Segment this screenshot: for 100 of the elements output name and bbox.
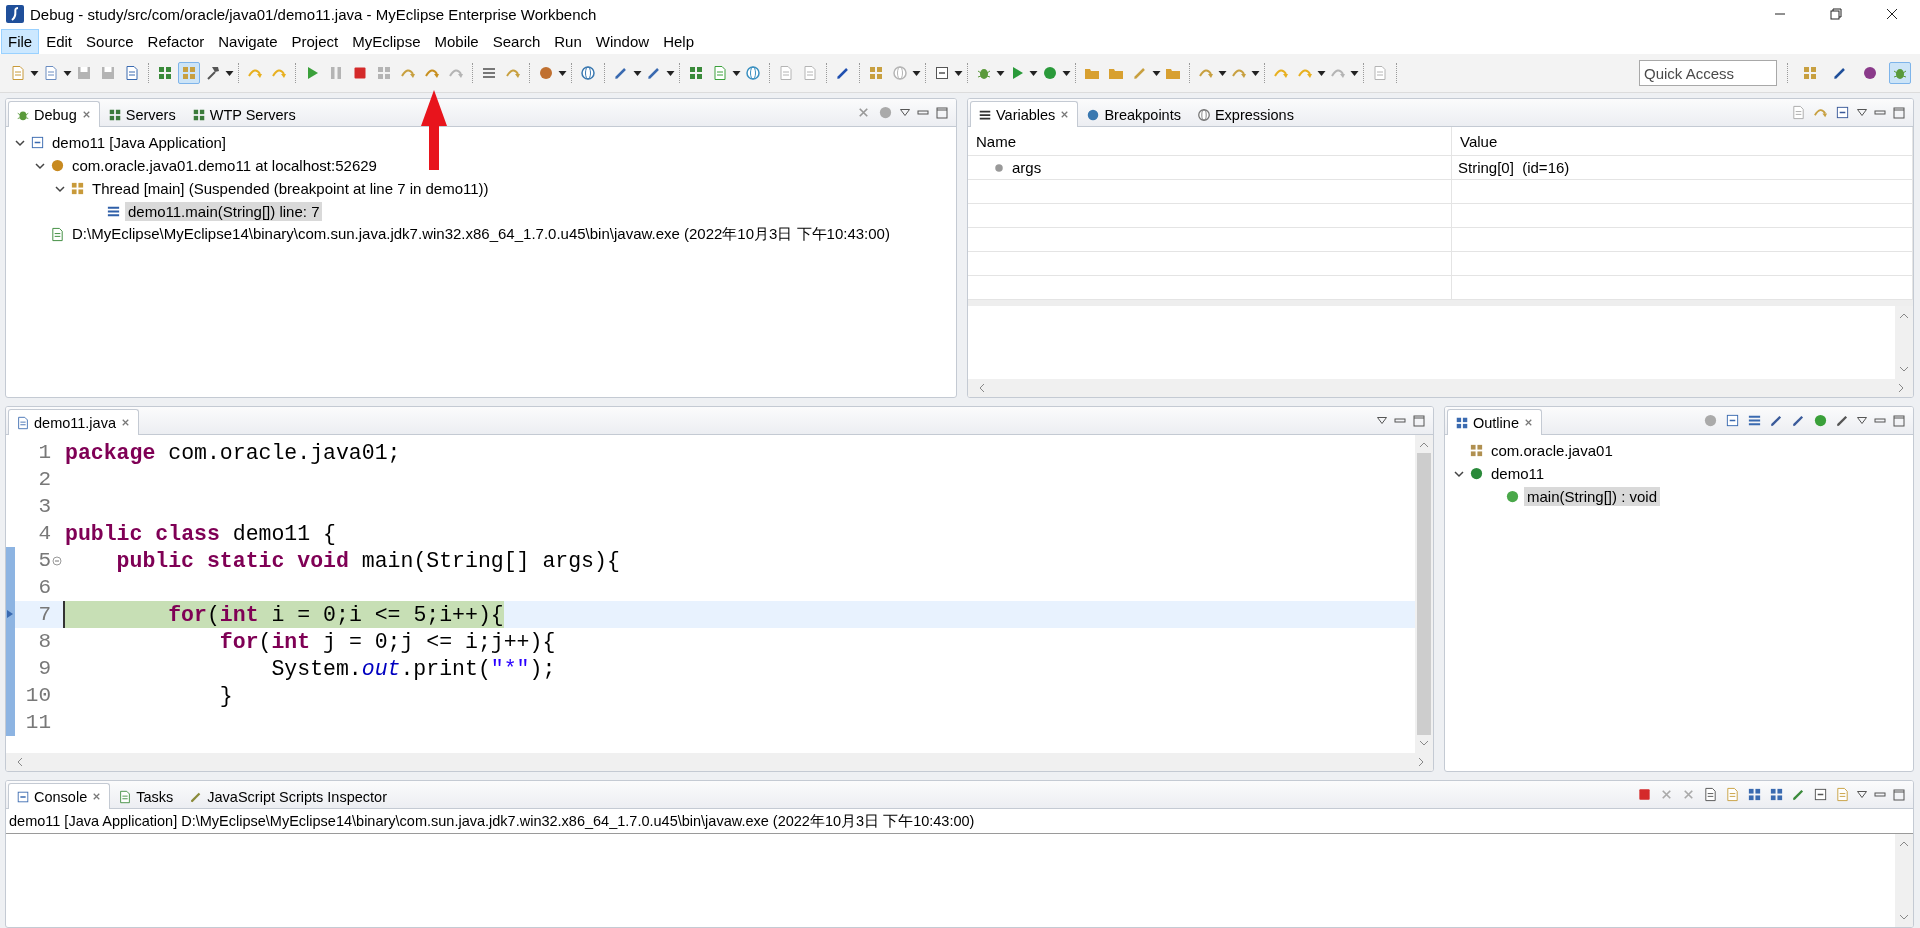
- column-header[interactable]: Name: [968, 127, 1452, 155]
- maximize-icon[interactable]: [1413, 414, 1425, 427]
- close-icon[interactable]: [1659, 787, 1674, 802]
- list-icon: [106, 204, 121, 219]
- tree-item[interactable]: D:\MyEclipse\MyEclipse14\binary\com.sun.java.jdk7.win32.x86_64_1.7.0.u45\bin\javaw.exe (2022年10月3日 下午10:43:00): [69, 224, 893, 245]
- maximize-icon[interactable]: [936, 106, 948, 119]
- variable-name: args: [1012, 159, 1042, 176]
- code-line: public class demo11 {: [64, 520, 336, 547]
- view-tab[interactable]: Expressions: [1188, 101, 1302, 127]
- pen-icon[interactable]: [1835, 413, 1850, 428]
- view-menu-icon[interactable]: [1857, 789, 1867, 800]
- menu-item[interactable]: Refactor: [140, 28, 212, 54]
- tree-item[interactable]: demo11.main(String[]) line: 7: [125, 202, 323, 221]
- fold-icon[interactable]: [52, 555, 62, 566]
- scroll-right-icon[interactable]: [1897, 383, 1905, 393]
- line-number: 5: [37, 549, 51, 572]
- line-number: 2: [37, 468, 51, 491]
- view-tab[interactable]: JavaScript Scripts Inspector: [181, 783, 395, 809]
- view-tab[interactable]: Console: [8, 783, 111, 809]
- tree-item[interactable]: com.oracle.java01: [1488, 441, 1616, 460]
- column-header[interactable]: Value: [1452, 127, 1913, 155]
- grid-icon[interactable]: [1769, 787, 1784, 802]
- square-icon[interactable]: [1813, 787, 1828, 802]
- tree-item[interactable]: demo11: [1488, 464, 1548, 483]
- view-tab[interactable]: demo11.java: [8, 409, 139, 435]
- scroll-up-icon[interactable]: [1899, 840, 1909, 848]
- menu-item[interactable]: Search: [485, 28, 548, 54]
- view-tab[interactable]: Breakpoints: [1078, 101, 1189, 127]
- grid-icon[interactable]: [1747, 787, 1762, 802]
- document-icon[interactable]: [1703, 787, 1718, 802]
- console-header: demo11 [Java Application] D:\MyEclipse\MyEclipse14\binary\com.sun.java.jdk7.win32.x86_64_1.7.0.u45\bin\javaw.exe (2022年10月3日 下午10:43:00): [9, 811, 975, 831]
- document-icon[interactable]: [1835, 787, 1850, 802]
- square-icon: [16, 789, 30, 804]
- vertical-scrollbar[interactable]: [1415, 435, 1433, 753]
- maximize-icon[interactable]: [1893, 414, 1905, 427]
- quick-access-field[interactable]: Quick Access: [1639, 60, 1777, 86]
- circle-icon[interactable]: [1813, 413, 1828, 428]
- instruction-pointer-icon: [6, 608, 15, 620]
- circle-icon[interactable]: [878, 105, 893, 120]
- tree-item[interactable]: com.oracle.java01.demo11 at localhost:52629: [69, 156, 380, 175]
- menu-item[interactable]: Source: [79, 28, 141, 54]
- scroll-right-icon[interactable]: [1417, 757, 1425, 767]
- close-icon[interactable]: [1681, 787, 1696, 802]
- scroll-up-icon[interactable]: [1899, 312, 1909, 320]
- circle-icon: [1086, 107, 1101, 122]
- grid-icon: [1469, 443, 1484, 458]
- grid-icon: [1802, 65, 1818, 81]
- tree-item[interactable]: main(String[]) : void: [1524, 487, 1661, 506]
- menu-item[interactable]: Run: [547, 28, 589, 54]
- grid-icon: [191, 107, 206, 122]
- menu-item[interactable]: Edit: [39, 28, 80, 54]
- window-title: Debug - study/src/com/oracle/java01/demo11.java - MyEclipse Enterprise Workbench: [30, 5, 597, 23]
- square-icon[interactable]: [1725, 413, 1740, 428]
- view-tab[interactable]: Outline: [1447, 409, 1542, 435]
- square-icon[interactable]: [1835, 105, 1850, 120]
- view-tab[interactable]: Tasks: [110, 783, 182, 809]
- document-icon[interactable]: [1725, 787, 1740, 802]
- grid-icon: [107, 107, 122, 122]
- line-number: 9: [37, 657, 51, 680]
- menu-item[interactable]: Mobile: [427, 28, 486, 54]
- view-tab[interactable]: Debug: [8, 101, 100, 127]
- menu-item[interactable]: Project: [284, 28, 346, 54]
- menu-item[interactable]: Help: [656, 28, 701, 54]
- scroll-left-icon[interactable]: [16, 757, 24, 767]
- menu-item[interactable]: MyEclipse: [345, 28, 428, 54]
- tree-item[interactable]: demo11 [Java Application]: [49, 133, 229, 152]
- horizontal-scrollbar[interactable]: [968, 379, 1913, 397]
- line-number: 7: [37, 603, 51, 626]
- view-menu-icon[interactable]: [1857, 415, 1867, 426]
- circle-icon[interactable]: [1703, 413, 1718, 428]
- pen-icon[interactable]: [1769, 413, 1784, 428]
- circle-icon: [1469, 466, 1484, 481]
- menu-item[interactable]: Navigate: [211, 28, 285, 54]
- vertical-scrollbar[interactable]: [1895, 834, 1913, 927]
- view-menu-icon[interactable]: [900, 107, 910, 118]
- view-menu-icon[interactable]: [1857, 107, 1867, 118]
- menu-item[interactable]: Window: [588, 28, 657, 54]
- close-icon[interactable]: [856, 105, 871, 120]
- scroll-left-icon[interactable]: [978, 383, 986, 393]
- view-tab[interactable]: Variables: [970, 101, 1079, 127]
- tree-item[interactable]: Thread [main] (Suspended (breakpoint at line 7 in demo11)): [89, 179, 492, 198]
- pen-icon[interactable]: [1791, 787, 1806, 802]
- horizontal-scrollbar[interactable]: [6, 753, 1433, 771]
- scroll-down-icon[interactable]: [1899, 365, 1909, 373]
- view-tab[interactable]: Servers: [99, 101, 184, 127]
- document-icon: [16, 415, 30, 430]
- list-icon[interactable]: [1747, 413, 1762, 428]
- scrollbar-thumb[interactable]: [1417, 453, 1431, 735]
- scroll-down-icon[interactable]: [1899, 913, 1909, 921]
- view-tab[interactable]: WTP Servers: [183, 101, 304, 127]
- view-menu-icon[interactable]: [1377, 415, 1387, 426]
- circle-icon: [1862, 65, 1878, 81]
- pen-icon[interactable]: [1791, 413, 1806, 428]
- scroll-up-icon[interactable]: [1419, 441, 1429, 449]
- scroll-down-icon[interactable]: [1419, 739, 1429, 747]
- maximize-icon[interactable]: [1893, 788, 1905, 801]
- maximize-icon[interactable]: [1893, 106, 1905, 119]
- stop-icon[interactable]: [1637, 787, 1652, 802]
- menu-item[interactable]: File: [1, 28, 40, 54]
- restore-icon: [1830, 8, 1842, 20]
